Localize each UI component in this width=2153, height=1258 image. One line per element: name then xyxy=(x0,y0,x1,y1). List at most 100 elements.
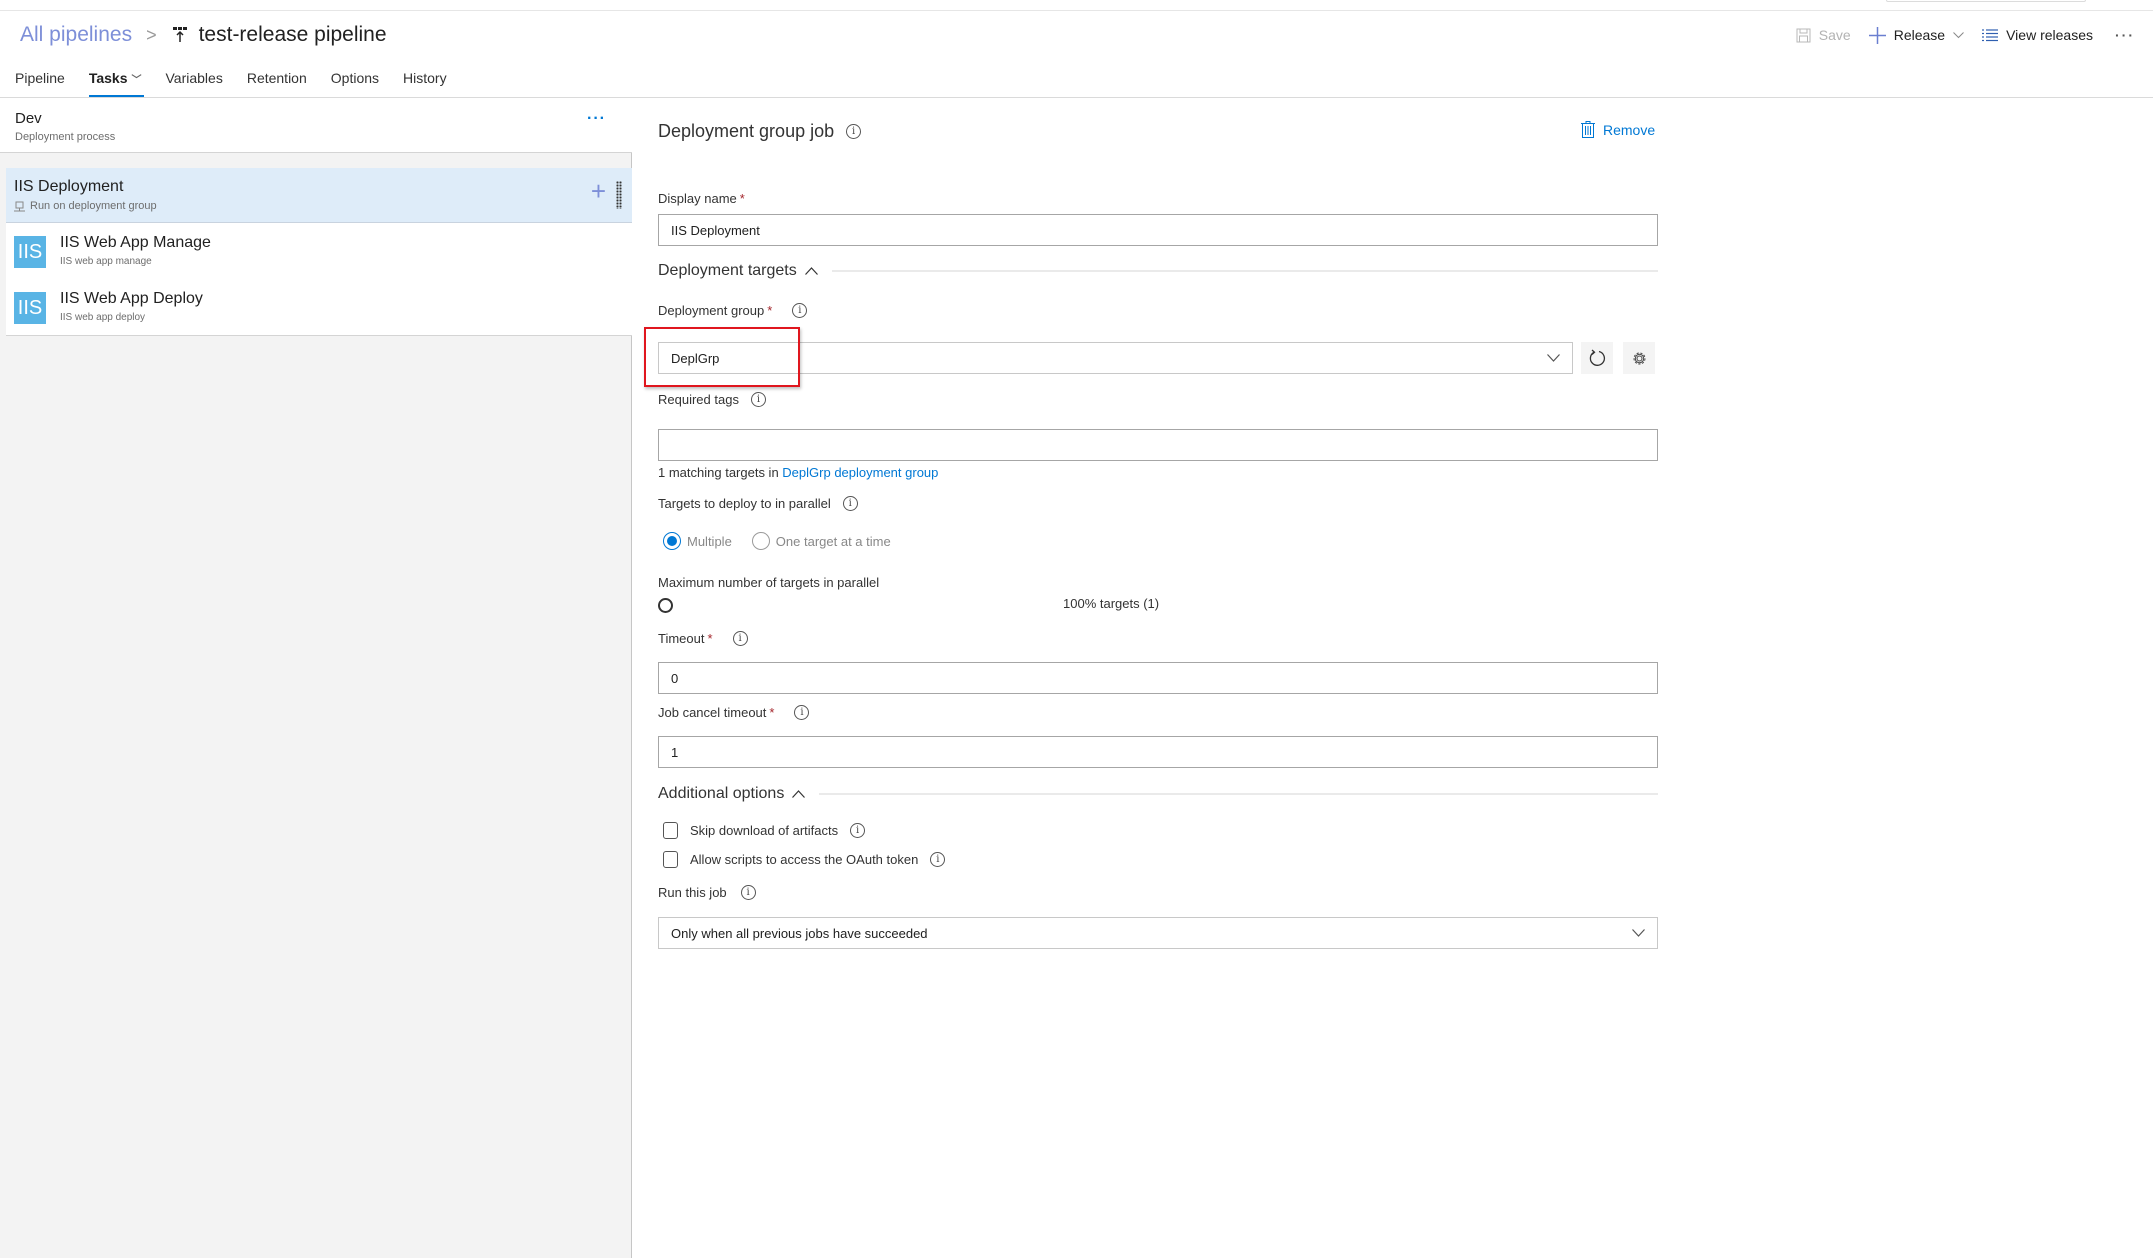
deployment-group-icon xyxy=(14,201,25,212)
job-subtitle: Run on deployment group xyxy=(14,200,157,212)
info-icon[interactable]: i xyxy=(850,823,866,838)
tab-pipeline-label: Pipeline xyxy=(15,70,65,86)
manage-button[interactable] xyxy=(1623,342,1655,374)
remove-label: Remove xyxy=(1603,121,1656,138)
tab-variables[interactable]: Variables xyxy=(166,66,223,98)
skip-download-checkbox[interactable] xyxy=(663,822,678,839)
radio-multiple-label[interactable]: Multiple xyxy=(687,534,732,549)
section-title: Deployment targets xyxy=(658,262,797,279)
tab-options-label: Options xyxy=(330,70,380,86)
radio-one-at-a-time[interactable] xyxy=(751,532,770,550)
info-icon[interactable]: i xyxy=(740,885,756,900)
task-item[interactable]: IIS IIS Web App Deploy IIS web app deplo… xyxy=(6,279,632,335)
toolbar: Save Release View releases ··· xyxy=(1778,22,2135,48)
chevron-down-icon xyxy=(1953,31,1964,39)
required-tags-label-text: Required tags xyxy=(658,392,739,407)
top-bar-divider xyxy=(0,0,2153,11)
required-marker: * xyxy=(707,631,713,646)
info-icon[interactable]: i xyxy=(846,124,862,139)
job-cancel-timeout-input[interactable]: 1 xyxy=(658,736,1658,768)
additional-options-section[interactable]: Additional options xyxy=(658,785,1658,803)
tab-history[interactable]: History xyxy=(403,66,447,98)
radio-one-at-a-time-label[interactable]: One target at a time xyxy=(776,534,891,549)
info-icon[interactable]: i xyxy=(750,392,766,407)
task-item[interactable]: IIS IIS Web App Manage IIS web app manag… xyxy=(6,223,632,279)
tab-pipeline[interactable]: Pipeline xyxy=(15,66,65,98)
chevron-up-icon xyxy=(804,264,818,278)
info-icon[interactable]: i xyxy=(732,631,748,646)
tab-retention[interactable]: Retention xyxy=(247,66,307,98)
list-icon xyxy=(1982,28,1999,42)
breadcrumb-separator: > xyxy=(146,24,157,45)
required-tags-input[interactable] xyxy=(658,429,1658,461)
deployment-targets-section[interactable]: Deployment targets xyxy=(658,262,1658,280)
tab-tasks-label: Tasks xyxy=(88,70,128,86)
iis-icon: IIS xyxy=(14,292,46,324)
section-divider xyxy=(819,793,1658,795)
timeout-label-text: Timeout xyxy=(658,631,705,646)
breadcrumb-all-pipelines[interactable]: All pipelines xyxy=(20,23,132,47)
info-icon[interactable]: i xyxy=(842,496,858,511)
max-targets-value: 100% targets (1) xyxy=(1063,596,1160,611)
tab-variables-label: Variables xyxy=(165,70,223,86)
view-releases-label: View releases xyxy=(2006,27,2093,43)
release-button[interactable]: Release xyxy=(1868,26,1964,44)
details-title-text: Deployment group job xyxy=(658,121,835,141)
iis-icon: IIS xyxy=(14,236,46,268)
refresh-button[interactable] xyxy=(1581,342,1613,374)
remove-button[interactable]: Remove xyxy=(1581,121,1655,138)
chevron-down-icon xyxy=(1547,351,1560,365)
job-cancel-timeout-label-text: Job cancel timeout xyxy=(658,705,767,720)
job-name: IIS Deployment xyxy=(14,178,124,195)
max-targets-label: Maximum number of targets in parallel xyxy=(658,575,879,590)
tab-options[interactable]: Options xyxy=(331,66,379,98)
breadcrumb: All pipelines > test-release pipeline xyxy=(20,20,387,50)
max-targets-label-text: Maximum number of targets in parallel xyxy=(658,575,880,590)
deployment-group-link[interactable]: DeplGrp deployment group xyxy=(782,465,938,480)
search-box-edge[interactable] xyxy=(1886,0,2086,2)
timeout-input[interactable]: 0 xyxy=(658,662,1658,694)
stage-more-button[interactable]: ··· xyxy=(587,110,606,128)
run-this-job-select[interactable]: Only when all previous jobs have succeed… xyxy=(658,917,1658,949)
run-this-job-label-text: Run this job xyxy=(658,885,727,900)
release-label: Release xyxy=(1893,27,1946,43)
tab-tasks[interactable]: Tasks ﹀ xyxy=(88,66,144,98)
add-task-button[interactable]: + xyxy=(591,178,606,204)
task-name: IIS Web App Deploy xyxy=(60,290,203,307)
stage-name: Dev xyxy=(15,110,42,127)
process-panel: Dev Deployment process ··· IIS Deploymen… xyxy=(0,98,632,1258)
task-name: IIS Web App Manage xyxy=(60,234,211,251)
more-actions-button[interactable]: ··· xyxy=(2115,27,2135,43)
refresh-icon xyxy=(1588,349,1606,367)
required-marker: * xyxy=(767,303,773,318)
tab-history-label: History xyxy=(403,70,447,86)
job-item-iis-deployment[interactable]: IIS Deployment Run on deployment group + xyxy=(6,168,632,223)
gear-icon xyxy=(1631,350,1648,367)
job-cancel-timeout-label: Job cancel timeout * i xyxy=(658,705,810,720)
display-name-input[interactable]: IIS Deployment xyxy=(658,214,1658,246)
save-button[interactable]: Save xyxy=(1796,27,1851,43)
allow-oauth-checkbox[interactable] xyxy=(663,851,678,868)
stage-subtitle: Deployment process xyxy=(15,131,116,143)
view-releases-button[interactable]: View releases xyxy=(1982,27,2093,43)
parallel-label-text: Targets to deploy to in parallel xyxy=(658,496,831,511)
info-icon[interactable]: i xyxy=(794,705,810,720)
highlight-annotation xyxy=(644,327,800,387)
save-label: Save xyxy=(1818,27,1851,43)
deployment-group-label: Deployment group * i xyxy=(658,303,808,318)
info-icon[interactable]: i xyxy=(792,303,808,318)
radio-multiple[interactable] xyxy=(663,532,681,550)
allow-oauth-label[interactable]: Allow scripts to access the OAuth token xyxy=(690,852,918,867)
display-name-label-text: Display name xyxy=(658,191,737,206)
drag-handle-icon[interactable] xyxy=(616,181,622,209)
stage-header[interactable]: Dev Deployment process ··· xyxy=(0,98,632,153)
max-targets-slider[interactable] xyxy=(658,598,673,613)
required-marker: * xyxy=(769,705,775,720)
info-icon[interactable]: i xyxy=(930,852,946,867)
skip-download-label[interactable]: Skip download of artifacts xyxy=(690,823,838,838)
required-marker: * xyxy=(739,191,745,206)
matching-targets-text: 1 matching targets in DeplGrp deployment… xyxy=(658,465,938,480)
tab-retention-label: Retention xyxy=(246,70,307,86)
trash-icon xyxy=(1581,121,1595,138)
task-subtitle: IIS web app manage xyxy=(60,256,152,267)
